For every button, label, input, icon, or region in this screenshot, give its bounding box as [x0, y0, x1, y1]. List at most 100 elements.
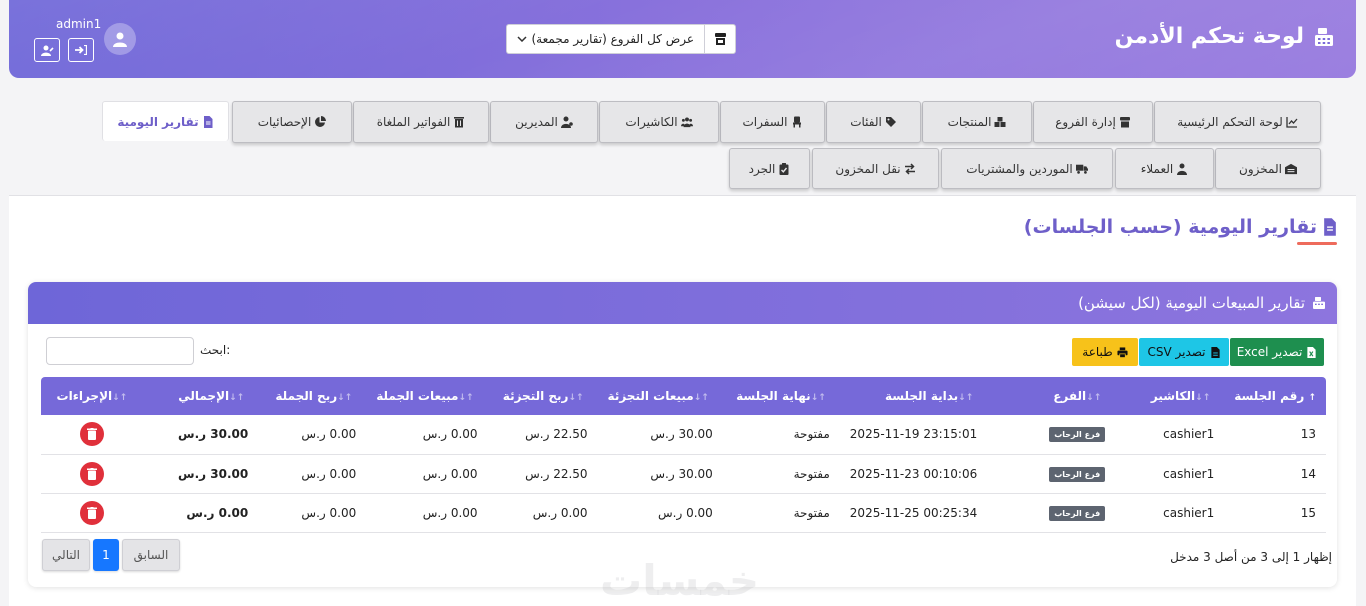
warehouse-icon: [1284, 163, 1297, 174]
delete-button[interactable]: [79, 500, 104, 525]
cell-text: 0.00 ر.س: [301, 505, 357, 520]
tab-label: المديرين: [515, 115, 558, 129]
sort-icon: ↑↓: [229, 393, 245, 403]
cell-retail-sales: 30.00 ر.س: [597, 454, 723, 494]
tab-cancelled-invoices[interactable]: الفواتير الملغاة: [353, 101, 489, 143]
tab-statistics[interactable]: الإحصائيات: [232, 101, 352, 143]
cell-text: 30.00 ر.س: [178, 466, 249, 481]
col-cashier[interactable]: ↑↓الكاشير: [1115, 377, 1224, 415]
col-branch[interactable]: ↑↓الفرع: [987, 377, 1115, 415]
prev-page-button[interactable]: السابق: [122, 539, 180, 571]
tab-products[interactable]: المنتجات: [922, 101, 1032, 143]
tags-icon: [885, 117, 896, 127]
col-actions[interactable]: ↑↓الإجراءات: [41, 377, 141, 415]
cell-wholesale-profit: 0.00 ر.س: [258, 454, 367, 494]
main-panel: تقارير اليومية (حسب الجلسات) تقارير المب…: [9, 195, 1356, 606]
user-tie-icon: [560, 116, 573, 128]
cell-id: 14: [1224, 454, 1326, 494]
page-1-button[interactable]: 1: [93, 539, 119, 571]
cash-register-icon: [1315, 27, 1333, 46]
export-csv-button[interactable]: تصدير CSV: [1139, 338, 1229, 366]
cell-cashier: cashier1: [1115, 493, 1225, 533]
tab-managers[interactable]: المديرين: [490, 101, 598, 143]
cell-end: مفتوحة: [722, 493, 840, 533]
cell-text: cashier1: [1163, 505, 1215, 520]
cell-text: 0.00 ر.س: [301, 466, 357, 481]
app-brand: لوحة تحكم الأدمن: [1115, 24, 1336, 49]
table-row: 15 cashier1 فرع الرحاب 2025-11-25 00:25:34 م…: [41, 493, 1326, 533]
tab-label: لوحة التحكم الرئيسية: [1177, 115, 1283, 129]
col-wholesale-profit[interactable]: ↑↓ربح الجملة: [258, 377, 366, 415]
tab-branches[interactable]: إدارة الفروع: [1033, 101, 1153, 143]
cell-text: 22.50 ر.س: [525, 466, 588, 481]
branch-badge: فرع الرحاب: [1049, 505, 1106, 521]
cell-text: 15: [1300, 505, 1316, 520]
card-header: تقارير المبيعات اليومية (لكل سيشن): [28, 282, 1337, 324]
cell-end: مفتوحة: [722, 454, 840, 494]
branch-badge: فرع الرحاب: [1049, 427, 1106, 443]
cell-total: 30.00 ر.س: [141, 454, 259, 494]
table-body: 13 cashier1 فرع الرحاب 2025-11-19 23:15:01 م…: [41, 415, 1326, 533]
avatar[interactable]: [104, 23, 136, 55]
sort-icon: ↑↓: [112, 393, 128, 403]
cell-text: 0.00 ر.س: [422, 505, 478, 520]
col-retail-sales[interactable]: ↑↓مبيعات التجزئة: [598, 377, 723, 415]
tab-label: الكاشيرات: [625, 115, 678, 129]
tab-categories[interactable]: الفئات: [826, 101, 921, 143]
exchange-icon: [904, 162, 915, 175]
table-row: 13 cashier1 فرع الرحاب 2025-11-19 23:15:01 م…: [41, 415, 1326, 455]
print-button[interactable]: طباعة: [1072, 338, 1138, 366]
tab-tables[interactable]: السفرات: [720, 101, 825, 143]
cell-cashier: cashier1: [1115, 415, 1225, 455]
sort-asc-icon: ↑: [1308, 393, 1316, 403]
export-excel-label: تصدير Excel: [1236, 345, 1303, 359]
cell-retail-profit: 0.00 ر.س: [487, 493, 598, 533]
table-info: إظهار 1 إلى 3 من أصل 3 مدخل: [1170, 550, 1332, 564]
tab-label: الفواتير الملغاة: [376, 115, 451, 129]
sort-icon: ↑↓: [693, 393, 709, 403]
tab-customers[interactable]: العملاء: [1115, 148, 1214, 189]
next-page-button[interactable]: التالي: [42, 539, 90, 571]
sort-icon: ↑↓: [568, 393, 584, 403]
print-icon: [1117, 346, 1128, 358]
tab-label: الجرد: [748, 161, 776, 176]
tab-daily-reports[interactable]: تقارير اليومية: [102, 101, 229, 141]
col-total[interactable]: ↑↓الإجمالي: [141, 377, 258, 415]
branch-store-button[interactable]: [704, 24, 736, 54]
logout-button[interactable]: [68, 38, 94, 62]
search-input[interactable]: [46, 337, 194, 365]
cell-text: 0.00 ر.س: [532, 505, 588, 520]
user-icon: [113, 32, 127, 47]
delete-button[interactable]: [79, 461, 104, 486]
col-session-id[interactable]: ↑ رقم الجلسة: [1224, 377, 1326, 415]
tab-label: إدارة الفروع: [1055, 115, 1116, 129]
col-retail-profit[interactable]: ↑↓ربح التجزئة: [488, 377, 598, 415]
delete-button[interactable]: [79, 422, 104, 447]
tab-dashboard[interactable]: لوحة التحكم الرئيسية: [1154, 101, 1321, 143]
tab-suppliers[interactable]: الموردين والمشتريات: [941, 148, 1113, 189]
tab-stocktaking[interactable]: الجرد: [729, 148, 810, 189]
print-label: طباعة: [1082, 345, 1113, 359]
file-csv-icon: [1210, 346, 1220, 358]
trash-icon: [86, 467, 97, 480]
page-title: تقارير اليومية (حسب الجلسات): [1024, 216, 1337, 238]
cell-text: 0.00 ر.س: [186, 505, 249, 520]
trash-icon: [86, 428, 97, 441]
col-session-start[interactable]: ↑↓بداية الجلسة: [840, 377, 987, 415]
tab-cashiers[interactable]: الكاشيرات: [599, 101, 719, 143]
col-session-end[interactable]: ↑↓نهاية الجلسة: [723, 377, 840, 415]
page-title-text: تقارير اليومية (حسب الجلسات): [1023, 216, 1317, 238]
cell-text: 2025-11-19 23:15:01: [849, 427, 978, 442]
col-wholesale-sales[interactable]: ↑↓مبيعات الجملة: [366, 377, 487, 415]
tab-stock-transfer[interactable]: نقل المخزون: [812, 148, 939, 189]
cell-text: مفتوحة: [793, 427, 830, 442]
profile-edit-button[interactable]: [34, 38, 60, 62]
cell-text: 2025-11-23 00:10:06: [849, 466, 978, 481]
cell-text: مفتوحة: [793, 466, 830, 481]
branch-select[interactable]: عرض كل الفروع (تقارير مجمعة): [506, 24, 704, 54]
tab-label: تقارير اليومية: [117, 114, 199, 129]
tab-inventory[interactable]: المخزون: [1215, 148, 1321, 189]
sessions-table: ↑ رقم الجلسة ↑↓الكاشير ↑↓الفرع ↑↓بداية ا…: [41, 377, 1326, 533]
export-excel-button[interactable]: تصدير Excel: [1230, 338, 1324, 366]
sort-icon: ↑↓: [1086, 393, 1102, 403]
